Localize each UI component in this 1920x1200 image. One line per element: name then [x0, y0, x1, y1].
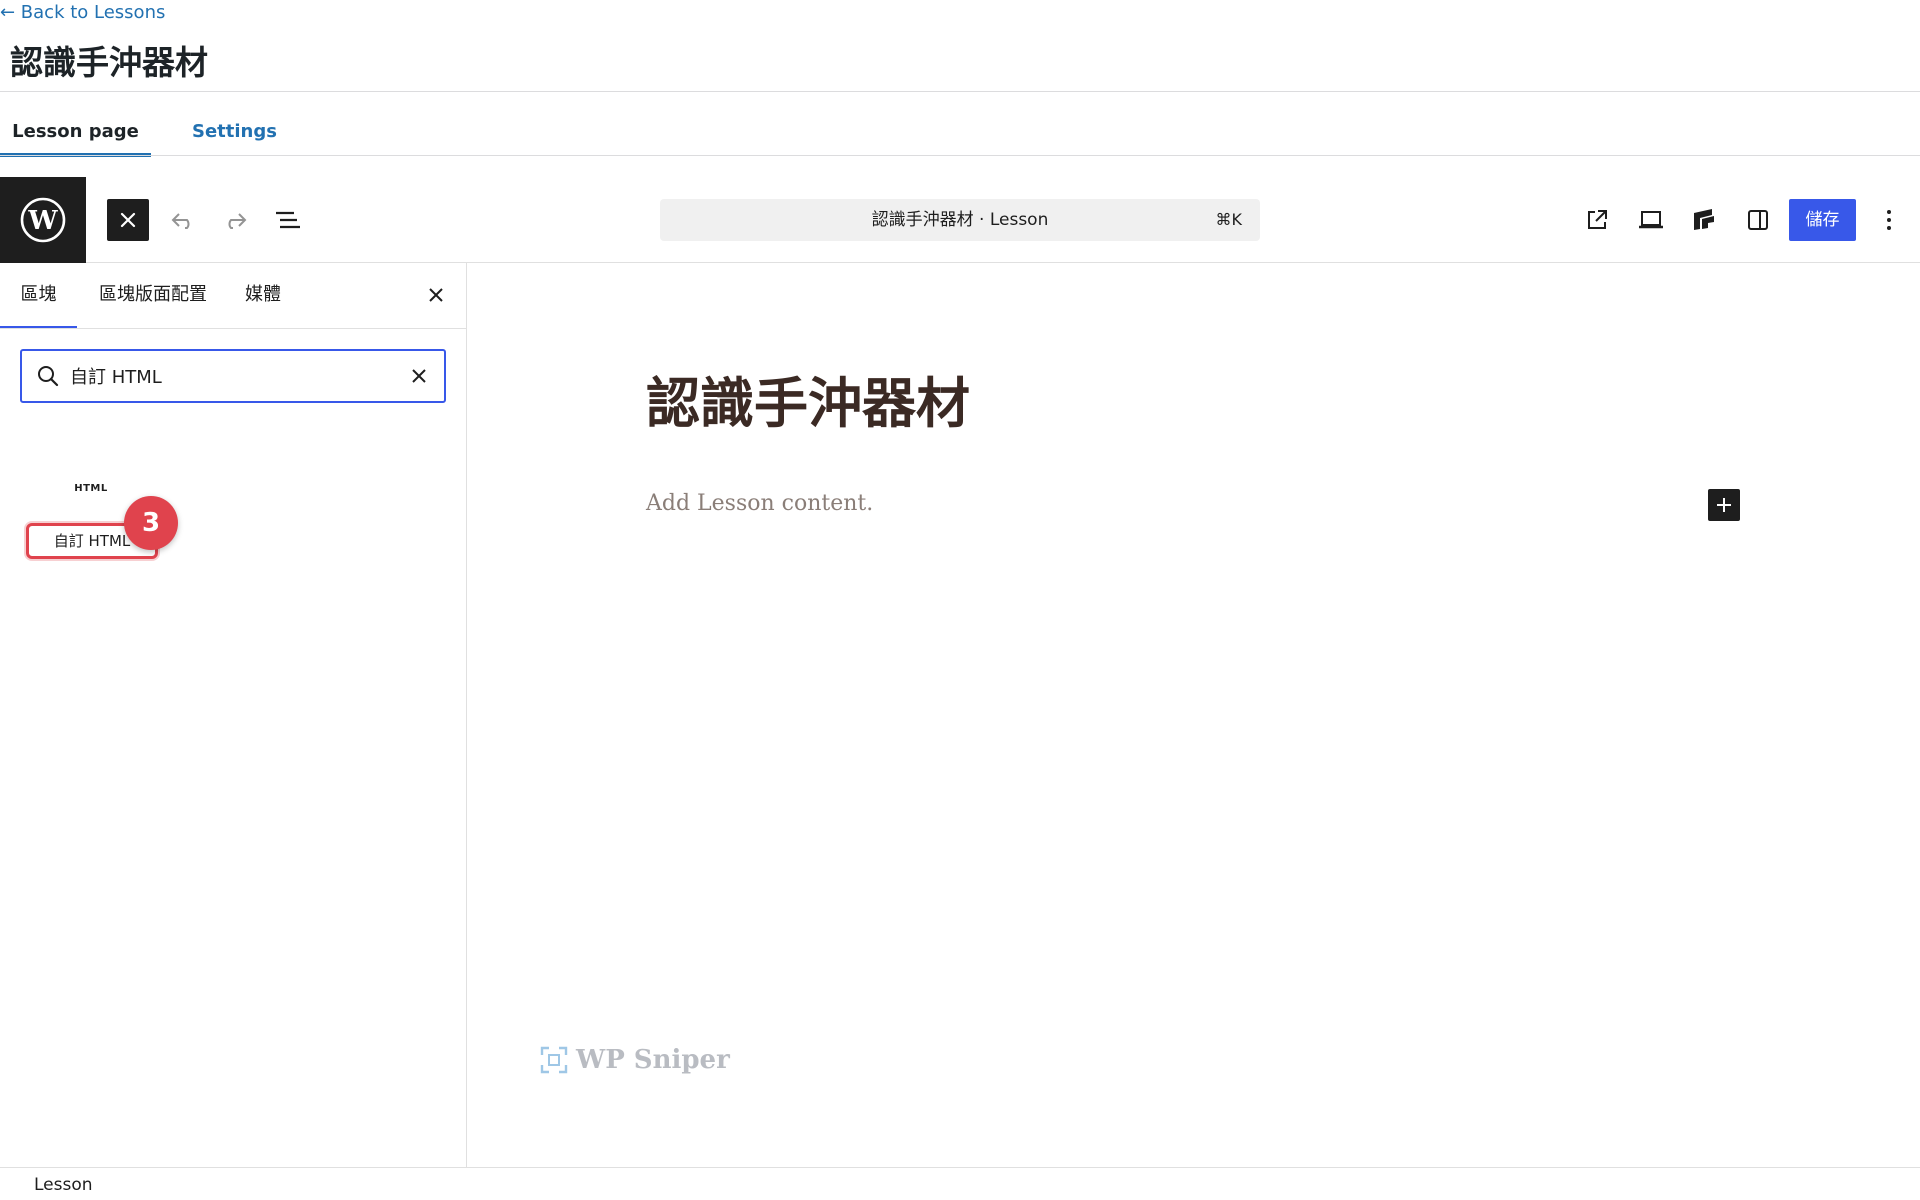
- close-icon: [429, 288, 443, 302]
- lesson-editor-page: ← Back to Lessons 認識手沖器材 Lesson page Set…: [0, 0, 1920, 1200]
- command-shortcut: ⌘K: [1215, 210, 1243, 229]
- command-palette-bar[interactable]: 認識手沖器材 · Lesson ⌘K: [660, 199, 1260, 241]
- document-overview-button[interactable]: [267, 199, 309, 241]
- inserter-tabs-divider: [0, 328, 466, 329]
- plus-icon: [1717, 498, 1731, 512]
- content-placeholder[interactable]: Add Lesson content.: [646, 491, 873, 516]
- close-icon: [412, 369, 426, 383]
- inserter-tab-media[interactable]: 媒體: [245, 263, 281, 328]
- document-title: 認識手沖器材 · Lesson: [871, 210, 1049, 230]
- html-block-icon: HTML: [74, 483, 108, 494]
- add-block-button[interactable]: [1708, 489, 1740, 521]
- options-button[interactable]: [1868, 199, 1910, 241]
- clear-search-button[interactable]: [404, 361, 434, 391]
- footer-divider: [0, 1167, 1920, 1168]
- editor-toolbar: W 認識手沖器材 · Lesson ⌘K 儲存: [0, 177, 1920, 263]
- plugin-sidebar-button[interactable]: [1683, 199, 1725, 241]
- watermark-text: WP Sniper: [576, 1045, 730, 1075]
- back-to-lessons-link[interactable]: ← Back to Lessons: [0, 2, 165, 23]
- tabs-divider: [0, 155, 1920, 156]
- step-number-badge: 3: [124, 496, 178, 550]
- more-vertical-icon: [1887, 210, 1891, 230]
- inserter-tab-patterns[interactable]: 區塊版面配置: [99, 263, 207, 328]
- close-panel-button[interactable]: [420, 279, 452, 311]
- search-icon: [38, 366, 59, 387]
- plugin-icon: [1694, 209, 1714, 230]
- watermark-logo-icon: [540, 1046, 568, 1074]
- undo-icon: [171, 213, 190, 229]
- list-view-icon: [276, 211, 300, 229]
- inserter-tab-blocks[interactable]: 區塊: [0, 263, 77, 328]
- tab-lesson-page[interactable]: Lesson page: [0, 92, 151, 157]
- wordpress-logo-icon[interactable]: W: [0, 177, 86, 263]
- page-tabs: Lesson page Settings: [0, 92, 1920, 157]
- close-inserter-button[interactable]: [107, 199, 149, 241]
- editor-canvas: 認識手沖器材 Add Lesson content. WP Sniper: [468, 263, 1920, 1167]
- watermark: WP Sniper: [540, 1043, 730, 1077]
- view-post-button[interactable]: [1576, 199, 1618, 241]
- undo-button[interactable]: [162, 199, 204, 241]
- post-title[interactable]: 認識手沖器材: [646, 359, 970, 438]
- page-title: 認識手沖器材: [10, 43, 208, 82]
- block-breadcrumb[interactable]: Lesson: [34, 1175, 93, 1195]
- block-search-input[interactable]: [70, 353, 390, 399]
- device-preview-button[interactable]: [1630, 199, 1672, 241]
- settings-sidebar-button[interactable]: [1737, 199, 1779, 241]
- tab-settings[interactable]: Settings: [192, 92, 277, 157]
- redo-icon: [228, 213, 247, 229]
- redo-button[interactable]: [214, 199, 256, 241]
- close-icon: [120, 212, 136, 228]
- desktop-icon: [1639, 211, 1663, 229]
- svg-text:W: W: [27, 206, 58, 236]
- block-search-box: [20, 349, 446, 403]
- sidebar-toggle-icon: [1748, 210, 1768, 230]
- external-link-icon: [1588, 210, 1607, 229]
- save-button[interactable]: 儲存: [1789, 199, 1856, 241]
- block-inserter-panel: 區塊 區塊版面配置 媒體 HTML 自訂 HTML: [0, 263, 467, 1167]
